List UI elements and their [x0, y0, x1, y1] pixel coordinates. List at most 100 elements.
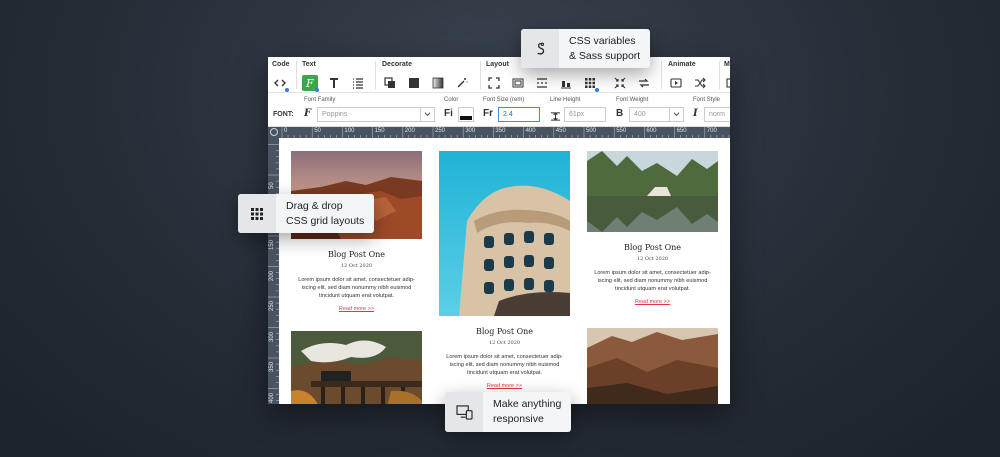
ruler-label: 700 [706, 128, 717, 134]
post-excerpt: Lorem ipsum dolor sit amet, consectetuer… [298, 277, 415, 299]
steam-train-photo [291, 331, 422, 404]
font-family-select[interactable]: Poppins [317, 107, 435, 122]
group-label-text: Text [302, 61, 316, 68]
font-style-label: Font Style [693, 97, 721, 103]
font-size-input[interactable]: 2.4 [498, 107, 540, 122]
shuffle-icon[interactable] [692, 75, 708, 91]
post-excerpt: Lorem ipsum dolor sit amet, consectetuer… [594, 270, 711, 292]
text-indicator-dot [315, 88, 319, 92]
line-height-icon [550, 109, 561, 127]
ruler-label: 100 [344, 128, 355, 134]
effects-wand-icon[interactable] [454, 75, 470, 91]
font-style-select[interactable]: norm [704, 107, 730, 122]
read-more-link[interactable]: Read more >> [587, 299, 718, 305]
post-excerpt: Lorem ipsum dolor sit amet, consectetuer… [446, 354, 563, 376]
align-icon[interactable] [558, 75, 574, 91]
background-icon[interactable] [406, 75, 422, 91]
badge-line: responsive [493, 413, 544, 425]
code-indicator-dot [285, 88, 289, 92]
font-prefix-label: FONT: [273, 111, 294, 118]
read-more-link[interactable]: Read more >> [439, 383, 570, 389]
ruler-label: 600 [646, 128, 657, 134]
border-icon[interactable] [382, 75, 398, 91]
box-model-icon[interactable] [510, 75, 526, 91]
line-height-value: 61px [569, 111, 585, 118]
ruler-label: 150 [374, 128, 385, 134]
divider [719, 61, 720, 89]
play-icon[interactable] [668, 75, 684, 91]
ruler-label: 300 [269, 331, 275, 342]
read-more-link[interactable]: Read more >> [291, 306, 422, 312]
font-family-icon: F [304, 108, 312, 119]
ruler-label: 0 [284, 128, 288, 134]
ruler-label: 650 [676, 128, 687, 134]
toolbar-group-decorate: Decorate [382, 61, 470, 91]
grid-layout-icon[interactable] [582, 75, 599, 92]
blog-card[interactable] [587, 328, 718, 404]
toolbar: Code Text F Decorate Layout Animate M [268, 57, 730, 93]
chevron-down-icon [420, 108, 434, 121]
font-style-icon[interactable]: F [302, 75, 319, 92]
divider [375, 61, 376, 89]
divider [480, 61, 481, 89]
toolbar-group-more: M [724, 61, 730, 91]
badge-line: CSS variables [569, 34, 636, 47]
line-height-input[interactable]: 61px [564, 107, 606, 122]
gradient-icon[interactable] [430, 75, 446, 91]
lake-photo [587, 151, 718, 232]
grid-icon [238, 194, 276, 233]
ruler-label: 250 [269, 300, 275, 311]
toolbar-group-code: Code [272, 61, 290, 92]
ruler-label: 350 [495, 128, 506, 134]
text-align-icon[interactable] [350, 75, 366, 91]
color-label: Color [444, 97, 459, 103]
fullscreen-icon[interactable] [486, 75, 502, 91]
layout-indicator-dot [595, 88, 599, 92]
post-title: Blog Post One [327, 250, 386, 259]
ruler-horizontal[interactable]: 0 50 100 150 200 250 300 350 400 450 500 550 600 650 7… [268, 127, 730, 138]
css-variables-icon [521, 29, 559, 68]
collapse-icon[interactable] [612, 75, 628, 91]
font-weight-select[interactable]: 400 [629, 107, 684, 122]
text-size-icon[interactable] [326, 75, 342, 91]
blog-card[interactable]: Blog Post One 12 Oct 2020 Lorem ipsum do… [439, 151, 570, 389]
font-size-icon: Fr [483, 108, 493, 119]
blog-card[interactable]: Blog Post One 12 Oct 2020 Lorem ipsum do… [587, 151, 718, 305]
group-label-animate: Animate [668, 61, 696, 68]
font-family-label: Font Family [304, 97, 336, 103]
color-swatch[interactable] [458, 107, 474, 122]
css-grid-badge: Drag & drop CSS grid layouts [238, 194, 375, 233]
divider [296, 61, 297, 89]
ruler-label: 150 [269, 239, 275, 250]
css-variables-badge: CSS variables & Sass support [521, 29, 651, 68]
mountain-photo [587, 328, 718, 404]
group-label-code: Code [272, 61, 290, 68]
divider [661, 61, 662, 89]
post-title: Blog Post One [623, 243, 682, 252]
line-height-label: Line Height [550, 97, 581, 103]
toolbar-group-text: Text F [302, 61, 366, 92]
code-icon[interactable] [272, 75, 289, 92]
ruler-label: 50 [269, 182, 275, 189]
chevron-down-icon [669, 108, 683, 121]
font-size-value: 2.4 [503, 111, 513, 118]
ruler-vertical[interactable]: 50100150200250300350400 [268, 138, 279, 404]
blog-card[interactable] [291, 331, 422, 404]
font-properties-bar: FONT: F Font Family Poppins Color Fi Fon… [268, 93, 730, 127]
font-size-label: Font Size (rem) [483, 97, 525, 103]
post-title: Blog Post One [475, 327, 534, 336]
ruler-label: 400 [525, 128, 536, 134]
ruler-label: 350 [269, 361, 275, 372]
media-icon[interactable] [724, 75, 730, 91]
spacing-icon[interactable] [534, 75, 550, 91]
flip-icon[interactable] [636, 75, 652, 91]
badge-line: CSS grid layouts [286, 214, 365, 227]
ruler-label: 550 [616, 128, 627, 134]
devices-icon [445, 392, 483, 432]
font-style-value: norm [709, 111, 725, 118]
design-canvas[interactable]: Blog Post One 12 Oct 2020 Lorem ipsum do… [279, 138, 730, 404]
ruler-label: 450 [555, 128, 566, 134]
ruler-label: 50 [314, 128, 321, 134]
ruler-label: 400 [269, 392, 275, 403]
badge-line: Make anything [493, 398, 562, 410]
